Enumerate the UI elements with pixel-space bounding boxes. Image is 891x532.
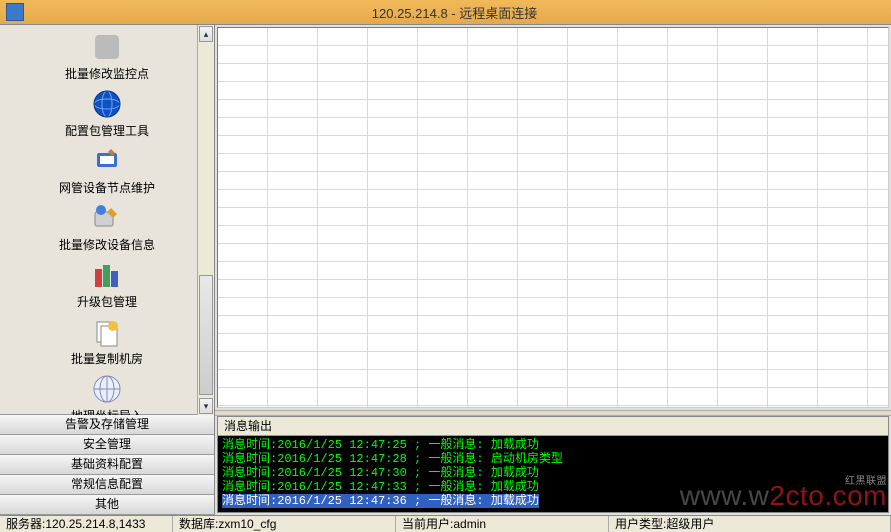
sidebar-tool-label: 批量修改设备信息 — [59, 238, 155, 252]
sidebar-panel-4[interactable]: 其他 — [0, 494, 214, 515]
main-area: 消息输出 消息时间:2016/1/25 12:47:25 ; 一般消息: 加载成… — [215, 25, 891, 515]
table-row[interactable] — [218, 298, 889, 316]
sidebar-tool-3[interactable]: 批量修改设备信息 — [0, 200, 214, 257]
globe2-icon — [91, 373, 123, 405]
table-row[interactable] — [218, 388, 889, 406]
sidebar-scrollbar[interactable]: ▴ ▾ — [197, 25, 214, 415]
table-row[interactable] — [218, 262, 889, 280]
status-user: 当前用户:admin — [396, 516, 609, 532]
sidebar-tool-4[interactable]: 升级包管理 — [0, 257, 214, 314]
table-row[interactable] — [218, 406, 889, 408]
table-row[interactable] — [218, 280, 889, 298]
sidebar-panel-3[interactable]: 常规信息配置 — [0, 474, 214, 495]
table-row[interactable] — [218, 172, 889, 190]
console-output[interactable]: 消息时间:2016/1/25 12:47:25 ; 一般消息: 加载成功消息时间… — [218, 436, 888, 512]
console-line: 消息时间:2016/1/25 12:47:28 ; 一般消息: 启动机房类型 — [222, 452, 884, 466]
table-row[interactable] — [218, 136, 889, 154]
app-icon — [6, 3, 24, 21]
sidebar-tool-0[interactable]: 批量修改监控点 — [0, 29, 214, 86]
window-titlebar: 120.25.214.8 - 远程桌面连接 — [0, 0, 891, 24]
table-row[interactable] — [218, 46, 889, 64]
table-row[interactable] — [218, 370, 889, 388]
sidebar-tool-label: 网管设备节点维护 — [59, 181, 155, 195]
console-line: 消息时间:2016/1/25 12:47:33 ; 一般消息: 加载成功 — [222, 480, 884, 494]
table-row[interactable] — [218, 316, 889, 334]
console-line: 消息时间:2016/1/25 12:47:36 ; 一般消息: 加载成功 — [222, 494, 884, 508]
window-title: 120.25.214.8 - 远程桌面连接 — [24, 3, 885, 22]
table-row[interactable] — [218, 28, 889, 46]
table-row[interactable] — [218, 154, 889, 172]
table-row[interactable] — [218, 100, 889, 118]
sidebar-tool-label: 批量修改监控点 — [65, 67, 149, 81]
globe-icon — [91, 88, 123, 120]
sidebar-tool-label: 批量复制机房 — [71, 352, 143, 366]
status-server: 服务器:120.25.214.8,1433 — [0, 516, 173, 532]
sidebar-scroll: 批量修改监控点配置包管理工具网管设备节点维护批量修改设备信息升级包管理批量复制机… — [0, 25, 214, 415]
sidebar-tool-5[interactable]: 批量复制机房 — [0, 314, 214, 371]
scroll-thumb[interactable] — [199, 275, 213, 395]
copy-room-icon — [91, 316, 123, 348]
sidebar-tool-1[interactable]: 配置包管理工具 — [0, 86, 214, 143]
sidebar-tool-label: 升级包管理 — [77, 295, 137, 309]
table-row[interactable] — [218, 208, 889, 226]
sidebar: 批量修改监控点配置包管理工具网管设备节点维护批量修改设备信息升级包管理批量复制机… — [0, 25, 215, 515]
sidebar-tool-label: 地理坐标导入 — [71, 409, 143, 415]
status-usertype: 用户类型:超级用户 — [609, 516, 891, 532]
monitor-batch-icon — [91, 31, 123, 63]
sidebar-panel-1[interactable]: 安全管理 — [0, 434, 214, 455]
sidebar-tool-label: 配置包管理工具 — [65, 124, 149, 138]
table-row[interactable] — [218, 352, 889, 370]
table-row[interactable] — [218, 226, 889, 244]
device-edit-icon — [91, 202, 123, 234]
data-grid[interactable] — [217, 27, 889, 408]
wrench-icon — [91, 145, 123, 177]
sidebar-panel-0[interactable]: 告警及存储管理 — [0, 414, 214, 435]
sidebar-tool-6[interactable]: 地理坐标导入 — [0, 371, 214, 415]
status-db: 数据库:zxm10_cfg — [173, 516, 396, 532]
table-row[interactable] — [218, 82, 889, 100]
console-line: 消息时间:2016/1/25 12:47:30 ; 一般消息: 加载成功 — [222, 466, 884, 480]
sidebar-panel-2[interactable]: 基础资料配置 — [0, 454, 214, 475]
console-line: 消息时间:2016/1/25 12:47:25 ; 一般消息: 加载成功 — [222, 438, 884, 452]
table-row[interactable] — [218, 64, 889, 82]
app-body: 批量修改监控点配置包管理工具网管设备节点维护批量修改设备信息升级包管理批量复制机… — [0, 24, 891, 515]
table-row[interactable] — [218, 118, 889, 136]
sidebar-tool-2[interactable]: 网管设备节点维护 — [0, 143, 214, 200]
table-row[interactable] — [218, 190, 889, 208]
scroll-down-button[interactable]: ▾ — [199, 398, 213, 414]
console-title: 消息输出 — [218, 417, 888, 436]
table-row[interactable] — [218, 334, 889, 352]
console-panel: 消息输出 消息时间:2016/1/25 12:47:25 ; 一般消息: 加载成… — [217, 416, 889, 513]
statusbar: 服务器:120.25.214.8,1433 数据库:zxm10_cfg 当前用户… — [0, 515, 891, 532]
table-row[interactable] — [218, 244, 889, 262]
tool-list: 批量修改监控点配置包管理工具网管设备节点维护批量修改设备信息升级包管理批量复制机… — [0, 25, 214, 415]
scroll-up-button[interactable]: ▴ — [199, 26, 213, 42]
buildings-icon — [91, 259, 123, 291]
